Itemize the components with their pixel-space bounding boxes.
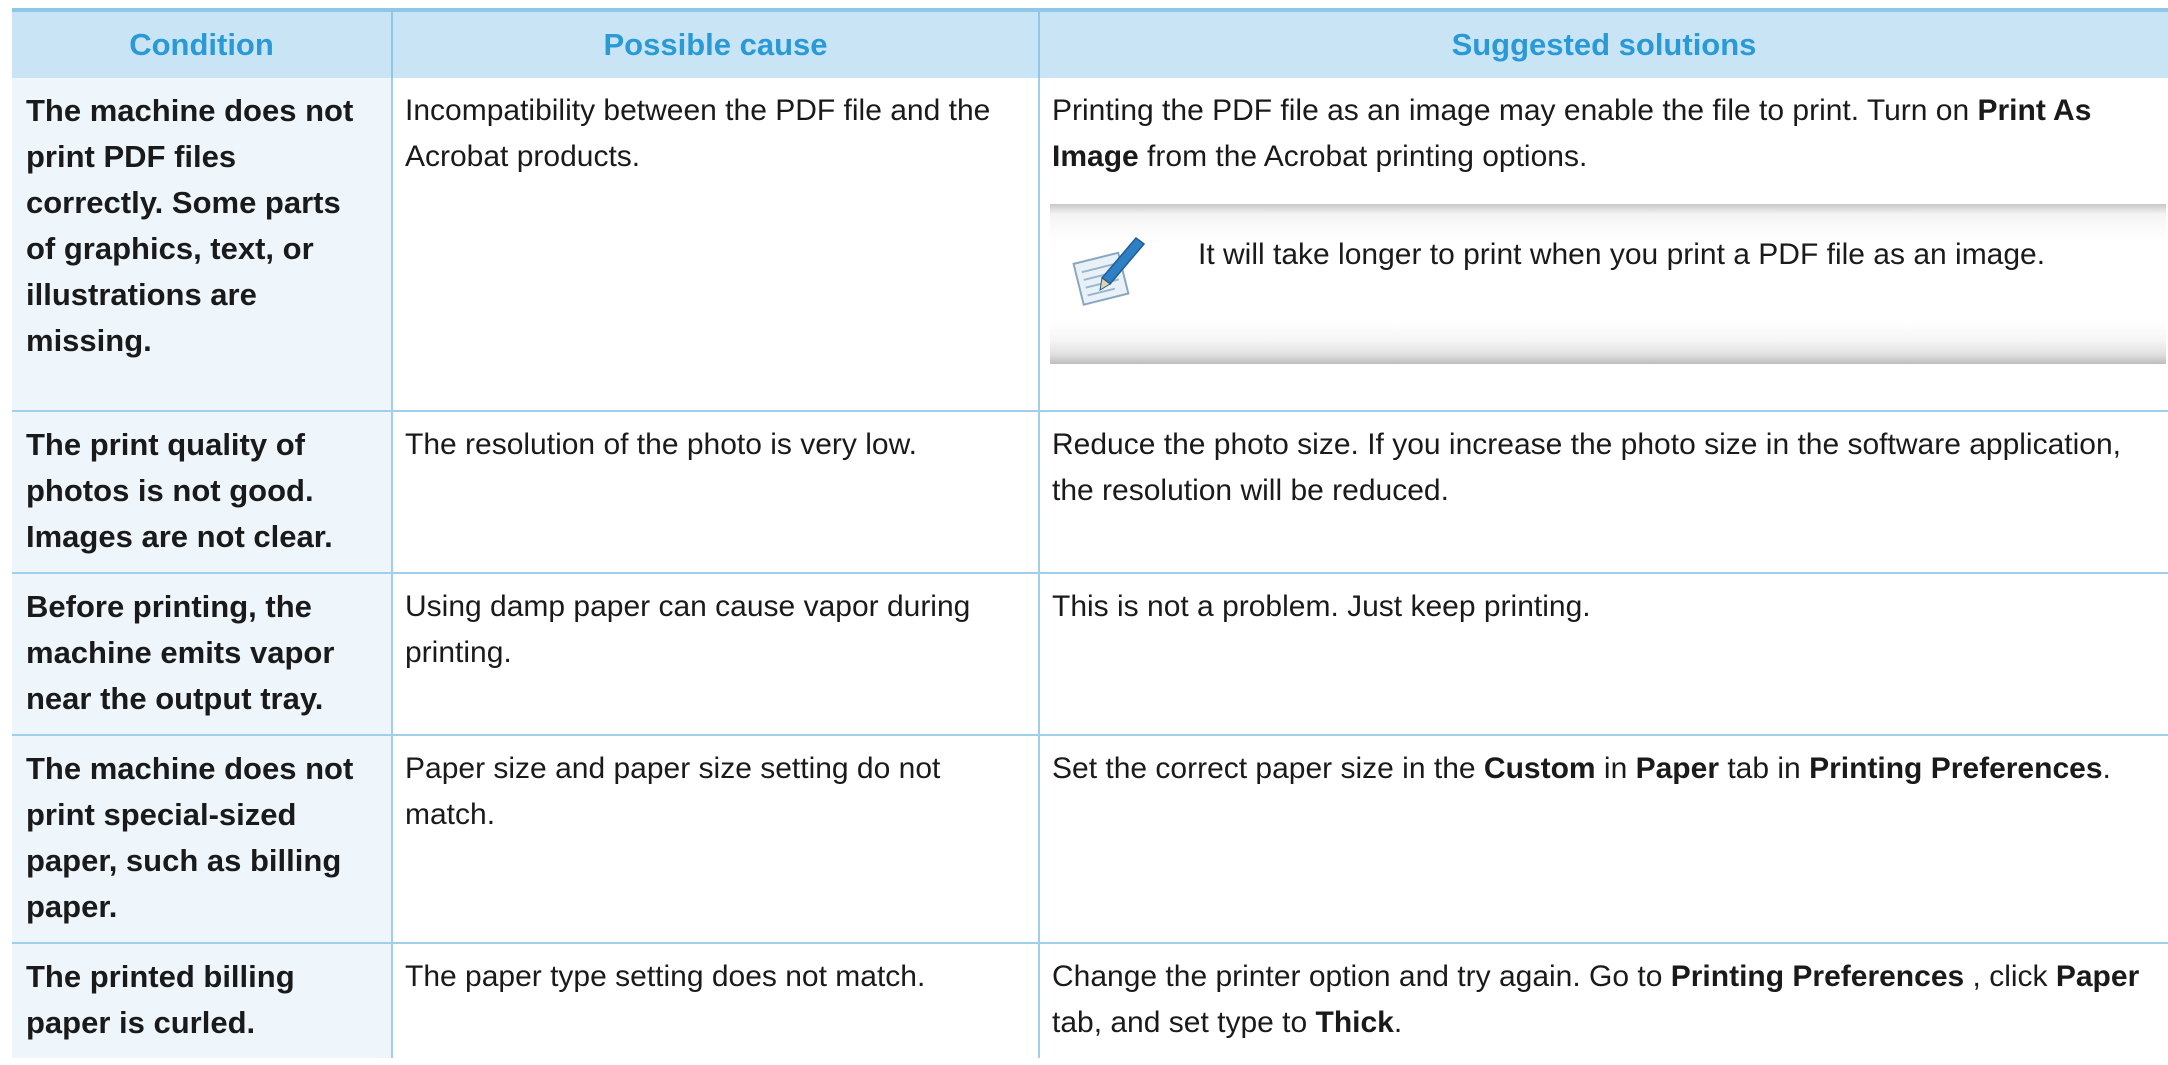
solution-text-part: .: [1393, 1006, 1403, 1039]
solution-emphasis: Paper: [2055, 960, 2140, 993]
note-box: It will take longer to print when you pr…: [1050, 204, 2166, 364]
solution-cell: Set the correct paper size in the Custom…: [1039, 735, 2168, 944]
solution-text-part: , click: [1964, 960, 2056, 993]
cause-cell: Paper size and paper size setting do not…: [392, 735, 1040, 944]
table-header: Condition Possible cause Suggested solut…: [12, 12, 2168, 78]
solution-emphasis: Paper: [1635, 752, 1719, 785]
header-possible-cause: Possible cause: [392, 12, 1040, 78]
note-pencil-icon: [1072, 236, 1146, 306]
table-row: The machine does not print PDF files cor…: [12, 78, 2168, 412]
solution-cell: This is not a problem. Just keep printin…: [1039, 573, 2168, 736]
condition-cell: The machine does not print PDF files cor…: [12, 78, 393, 412]
header-condition: Condition: [12, 12, 393, 78]
solution-cell: Change the printer option and try again.…: [1039, 943, 2168, 1058]
solution-text-part: Printing the PDF file as an image may en…: [1052, 94, 1978, 127]
solution-cell: Printing the PDF file as an image may en…: [1039, 78, 2168, 412]
table-row: The printed billing paper is curled. The…: [12, 943, 2168, 1058]
solution-text-part: tab, and set type to: [1052, 1006, 1316, 1039]
note-text: It will take longer to print when you pr…: [1198, 238, 2046, 271]
solution-emphasis: Printing Preferences: [1670, 960, 1965, 993]
solution-text-part: tab in: [1719, 752, 1810, 785]
header-suggested-solutions: Suggested solutions: [1039, 12, 2168, 78]
condition-cell: The printed billing paper is curled.: [12, 943, 393, 1058]
condition-cell: Before printing, the machine emits vapor…: [12, 573, 393, 736]
solution-emphasis: Custom: [1483, 752, 1596, 785]
solution-text-part: in: [1595, 752, 1636, 785]
solution-text-part: Change the printer option and try again.…: [1052, 960, 1671, 993]
header-row: Condition Possible cause Suggested solut…: [12, 12, 2168, 78]
solution-text-part: .: [2102, 752, 2111, 785]
cause-cell: The paper type setting does not match.: [392, 943, 1040, 1058]
solution-cell: Reduce the photo size. If you increase t…: [1039, 411, 2168, 574]
table-row: The print quality of photos is not good.…: [12, 411, 2168, 574]
condition-cell: The machine does not print special-sized…: [12, 735, 393, 944]
cause-cell: Using damp paper can cause vapor during …: [392, 573, 1040, 736]
table-row: The machine does not print special-sized…: [12, 735, 2168, 944]
cause-cell: The resolution of the photo is very low.: [392, 411, 1040, 574]
solution-text-part: Set the correct paper size in the: [1052, 752, 1484, 785]
cause-cell: Incompatibility between the PDF file and…: [392, 78, 1040, 412]
solution-text: Printing the PDF file as an image may en…: [1052, 88, 2164, 180]
condition-cell: The print quality of photos is not good.…: [12, 411, 393, 574]
solution-text-part: from the Acrobat printing options.: [1138, 140, 1588, 173]
solution-emphasis: Printing Preferences: [1809, 752, 2103, 785]
troubleshooting-table: Condition Possible cause Suggested solut…: [12, 12, 2168, 1058]
solution-emphasis: Thick: [1315, 1006, 1394, 1039]
table-row: Before printing, the machine emits vapor…: [12, 573, 2168, 736]
